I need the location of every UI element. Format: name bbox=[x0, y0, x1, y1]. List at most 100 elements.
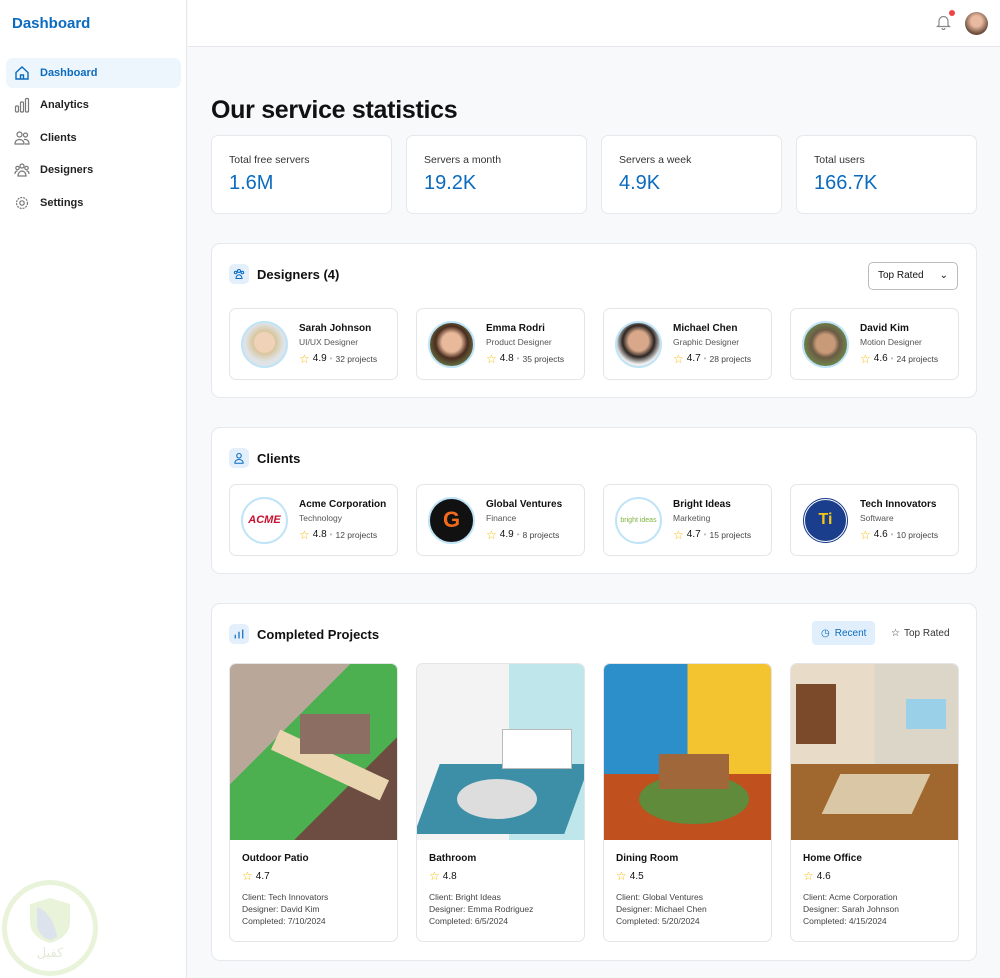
client-industry: Marketing bbox=[673, 512, 711, 523]
clock-icon: ◷ bbox=[821, 627, 830, 639]
client-card[interactable]: G Global Ventures Finance ☆ 4.9 • 8 projects bbox=[416, 484, 585, 556]
project-title: Outdoor Patio bbox=[242, 853, 309, 864]
stat-label: Total users bbox=[814, 154, 865, 166]
notifications-button[interactable] bbox=[936, 10, 955, 35]
project-client: Client: Bright Ideas bbox=[429, 892, 501, 902]
project-count: 15 projects bbox=[709, 529, 752, 540]
client-card[interactable]: bright ideas Bright Ideas Marketing ☆ 4.7 • 15… bbox=[603, 484, 772, 556]
client-logo: ACME bbox=[241, 496, 288, 544]
star-icon: ☆ bbox=[486, 351, 497, 366]
sidebar-item-settings[interactable]: Settings bbox=[6, 188, 181, 218]
sidebar-nav: Dashboard Analytics Clients Designers Se… bbox=[6, 58, 181, 220]
designers-panel: Designers (4) Top Rated ⌄ Sarah Johnson UI… bbox=[211, 243, 977, 398]
clients-title: Clients bbox=[257, 450, 301, 466]
separator-dot: • bbox=[890, 354, 894, 363]
project-designer: Designer: Sarah Johnson bbox=[803, 904, 899, 914]
page-title: Our service statistics bbox=[211, 96, 458, 124]
separator-dot: • bbox=[516, 530, 520, 539]
designer-avatar bbox=[428, 320, 475, 368]
project-image bbox=[604, 664, 771, 840]
designer-card[interactable]: David Kim Motion Designer ☆ 4.6 • 24 projects bbox=[790, 308, 959, 380]
designers-sort-select[interactable]: Top Rated ⌄ bbox=[868, 262, 958, 290]
star-icon: ☆ bbox=[891, 627, 900, 639]
designer-name: Sarah Johnson bbox=[299, 322, 372, 334]
rating: 4.8 bbox=[442, 870, 457, 882]
designer-card[interactable]: Emma Rodri Product Designer ☆ 4.8 • 35 projec… bbox=[416, 308, 585, 380]
project-completed: Completed: 7/10/2024 bbox=[242, 916, 326, 926]
client-logo: bright ideas bbox=[615, 496, 662, 544]
client-logo: Ti bbox=[802, 496, 849, 544]
chevron-down-icon: ⌄ bbox=[939, 270, 948, 281]
rating: 4.6 bbox=[873, 529, 888, 540]
tab-top-rated[interactable]: ☆ Top Rated bbox=[882, 621, 959, 645]
watermark-text: كفيل bbox=[36, 945, 64, 960]
project-title: Home Office bbox=[803, 853, 862, 864]
clients-panel: Clients ACME Acme Corporation Technology ☆ 4… bbox=[211, 427, 977, 574]
stat-label: Servers a month bbox=[424, 154, 502, 166]
brand-title: Dashboard bbox=[12, 15, 91, 32]
client-card[interactable]: ACME Acme Corporation Technology ☆ 4.8 • 12 pr… bbox=[229, 484, 398, 556]
star-icon: ☆ bbox=[486, 527, 497, 542]
user-avatar[interactable] bbox=[965, 12, 988, 35]
project-card[interactable]: Outdoor Patio ☆ 4.7 Client: Tech Innovators… bbox=[229, 663, 398, 942]
project-count: 24 projects bbox=[896, 353, 939, 364]
stat-value: 166.7K bbox=[814, 172, 878, 194]
logo-text: Ti bbox=[818, 511, 833, 528]
project-designer: Designer: David Kim bbox=[242, 904, 320, 914]
stat-card: Servers a month 19.2K bbox=[406, 135, 587, 214]
tab-recent[interactable]: ◷ Recent bbox=[812, 621, 876, 645]
designer-name: Michael Chen bbox=[673, 322, 738, 334]
client-card[interactable]: Ti Tech Innovators Software ☆ 4.6 • 10 project… bbox=[790, 484, 959, 556]
star-icon: ☆ bbox=[803, 869, 814, 883]
project-count: 32 projects bbox=[335, 353, 378, 364]
project-count: 8 projects bbox=[522, 529, 560, 540]
star-icon: ☆ bbox=[673, 351, 684, 366]
project-card[interactable]: Bathroom ☆ 4.8 Client: Bright Ideas Designer… bbox=[416, 663, 585, 942]
stats-row: Total free servers 1.6M Servers a month 19… bbox=[211, 135, 977, 214]
logo-text: G bbox=[442, 507, 461, 532]
separator-dot: • bbox=[703, 530, 707, 539]
project-image bbox=[791, 664, 958, 840]
project-card[interactable]: Home Office ☆ 4.6 Client: Acme Corporation D… bbox=[790, 663, 959, 942]
project-client: Client: Acme Corporation bbox=[803, 892, 898, 902]
logo-text: bright ideas bbox=[620, 516, 657, 524]
rating: 4.8 bbox=[312, 529, 327, 540]
rating: 4.5 bbox=[629, 870, 644, 882]
projects-panel: Completed Projects ◷ Recent ☆ Top Rated Ou… bbox=[211, 603, 977, 961]
user-icon bbox=[229, 448, 249, 468]
bell-icon bbox=[936, 15, 951, 31]
separator-dot: • bbox=[329, 530, 333, 539]
sidebar-item-analytics[interactable]: Analytics bbox=[6, 90, 181, 120]
star-icon: ☆ bbox=[860, 527, 871, 542]
project-card[interactable]: Dining Room ☆ 4.5 Client: Global Ventures De… bbox=[603, 663, 772, 942]
group-icon bbox=[229, 264, 249, 284]
star-icon: ☆ bbox=[242, 869, 253, 883]
stat-value: 4.9K bbox=[619, 172, 661, 194]
panel-header: Designers (4) bbox=[229, 264, 339, 284]
project-title: Dining Room bbox=[616, 853, 679, 864]
sidebar-item-designers[interactable]: Designers bbox=[6, 155, 181, 185]
project-count: 10 projects bbox=[896, 529, 939, 540]
designer-card[interactable]: Michael Chen Graphic Designer ☆ 4.7 • 28 proj… bbox=[603, 308, 772, 380]
designer-role: Motion Designer bbox=[860, 336, 922, 347]
designer-name: Emma Rodri bbox=[486, 322, 545, 334]
designer-role: UI/UX Designer bbox=[299, 336, 359, 347]
sidebar-item-label: Analytics bbox=[40, 99, 89, 112]
rating: 4.8 bbox=[499, 353, 514, 364]
designer-list: Sarah Johnson UI/UX Designer ☆ 4.9 • 32 proje… bbox=[229, 308, 959, 380]
designer-card[interactable]: Sarah Johnson UI/UX Designer ☆ 4.9 • 32 proje… bbox=[229, 308, 398, 380]
project-completed: Completed: 5/20/2024 bbox=[616, 916, 700, 926]
sidebar-item-clients[interactable]: Clients bbox=[6, 123, 181, 153]
star-icon: ☆ bbox=[673, 527, 684, 542]
stat-label: Servers a week bbox=[619, 154, 692, 166]
designer-name: David Kim bbox=[860, 322, 909, 334]
project-client: Client: Tech Innovators bbox=[242, 892, 329, 902]
sidebar-item-dashboard[interactable]: Dashboard bbox=[6, 58, 181, 88]
project-designer: Designer: Michael Chen bbox=[616, 904, 707, 914]
panel-header: Completed Projects bbox=[229, 624, 379, 644]
logo-text: ACME bbox=[248, 514, 281, 526]
client-logo: G bbox=[428, 496, 475, 544]
stat-card: Servers a week 4.9K bbox=[601, 135, 782, 214]
designers-title: Designers (4) bbox=[257, 266, 340, 282]
client-industry: Software bbox=[860, 512, 894, 523]
